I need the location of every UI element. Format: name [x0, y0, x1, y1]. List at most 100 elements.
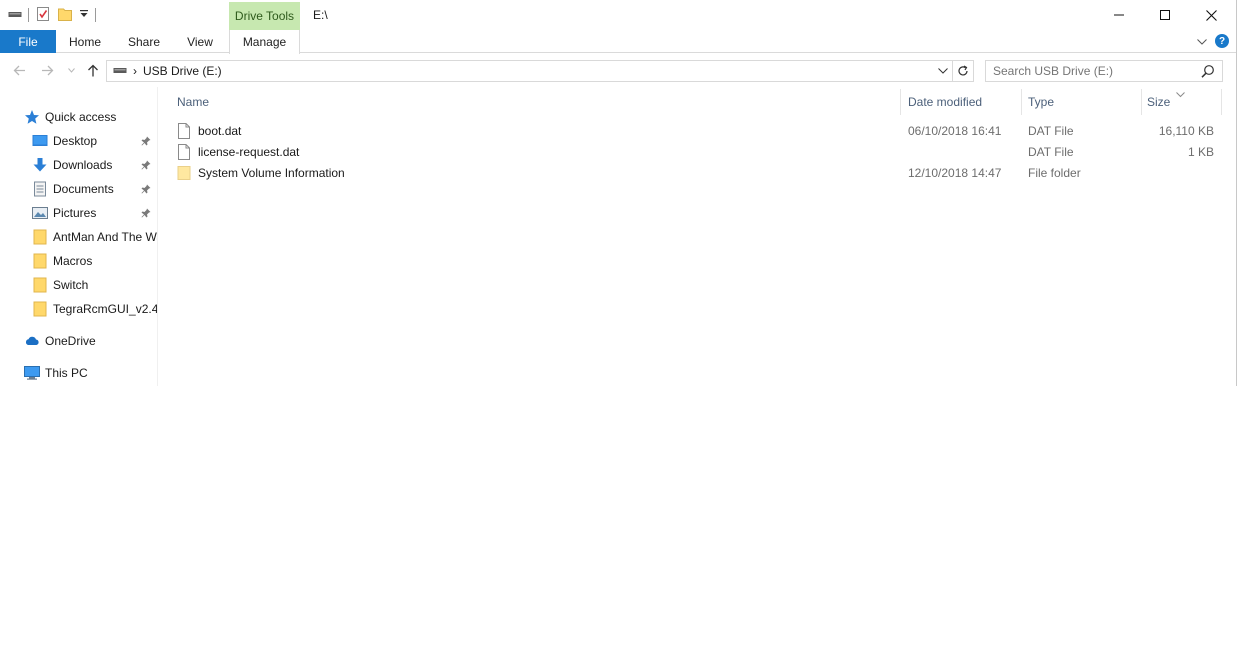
nav-item-label: Desktop [53, 134, 98, 148]
file-name-cell: boot.dat [176, 120, 241, 141]
file-size: 1 KB [1187, 144, 1214, 159]
folder-icon [176, 165, 192, 181]
forward-button[interactable] [40, 61, 54, 79]
column-header-date[interactable]: Date modified [908, 91, 982, 113]
table-row[interactable]: System Volume Information 12/10/2018 14:… [176, 162, 1221, 183]
file-size: 16,110 KB [1158, 123, 1214, 138]
star-icon [24, 109, 40, 125]
nav-item-quick-access[interactable]: Quick access [24, 106, 116, 128]
title-bar: Drive Tools E:\ [0, 0, 1236, 30]
recent-locations-button[interactable] [66, 61, 76, 79]
nav-item-label: Switch [53, 278, 89, 292]
drive-icon [113, 64, 127, 78]
ribbon-controls: ? [1197, 34, 1229, 48]
nav-item-this-pc[interactable]: This PC [24, 362, 88, 384]
chevron-down-icon [67, 67, 75, 73]
tab-manage[interactable]: Manage [229, 30, 300, 54]
address-history-button[interactable] [934, 61, 952, 81]
address-bar-actions [934, 61, 973, 81]
table-row[interactable]: boot.dat 06/10/2018 16:41 DAT File 16,11… [176, 120, 1221, 141]
up-button[interactable] [85, 61, 101, 79]
search-input[interactable] [993, 64, 1193, 78]
column-divider[interactable] [900, 89, 901, 115]
nav-item-onedrive[interactable]: OneDrive [24, 330, 96, 352]
file-icon [176, 122, 192, 139]
nav-item-label: AntMan And The Wasp [53, 230, 157, 244]
nav-item-label: Quick access [45, 110, 117, 124]
column-header-name[interactable]: Name [177, 91, 209, 113]
nav-item-label: TegraRcmGUI_v2.4_ [53, 302, 158, 316]
computer-icon [24, 365, 40, 381]
nav-item-label: Downloads [53, 158, 113, 172]
nav-item-desktop[interactable]: Desktop [32, 130, 97, 152]
back-button[interactable] [12, 61, 26, 79]
chevron-down-icon [938, 68, 948, 74]
explorer-window: Drive Tools E:\ File Home Share View Man… [0, 0, 1237, 386]
nav-item-label: OneDrive [45, 334, 96, 348]
column-divider[interactable] [1021, 89, 1022, 115]
customize-qat-icon[interactable] [79, 8, 89, 22]
folder-icon [32, 229, 48, 245]
refresh-button[interactable] [952, 61, 973, 81]
nav-item-label: Pictures [53, 206, 97, 220]
new-folder-icon[interactable] [57, 6, 73, 25]
nav-item-label: Macros [53, 254, 93, 268]
drive-icon[interactable] [8, 8, 22, 22]
arrow-right-icon [41, 65, 53, 75]
pin-icon[interactable] [140, 178, 152, 200]
nav-item-macros[interactable]: Macros [32, 250, 92, 272]
drive-tools-context-label: Drive Tools [229, 2, 300, 30]
minimize-icon [1114, 14, 1124, 16]
properties-icon[interactable] [35, 6, 51, 25]
pin-icon[interactable] [140, 202, 152, 224]
tab-file[interactable]: File [0, 30, 56, 53]
arrow-up-icon [88, 64, 98, 76]
documents-icon [32, 181, 48, 197]
nav-item-switch[interactable]: Switch [32, 274, 88, 296]
pin-icon[interactable] [140, 154, 152, 176]
column-header-type[interactable]: Type [1028, 91, 1054, 113]
breadcrumb-separator[interactable]: › [133, 64, 137, 78]
file-type: DAT File [1028, 144, 1074, 159]
expand-ribbon-button[interactable] [1197, 34, 1207, 48]
pin-icon[interactable] [140, 130, 152, 152]
sort-indicator-icon [1176, 87, 1185, 101]
desktop-icon [32, 133, 48, 149]
nav-item-documents[interactable]: Documents [32, 178, 114, 200]
file-type: File folder [1028, 165, 1081, 180]
file-date: 06/10/2018 16:41 [908, 123, 1002, 138]
column-divider[interactable] [1221, 89, 1222, 115]
breadcrumb: › USB Drive (E:) [113, 64, 222, 78]
file-name-cell: System Volume Information [176, 162, 345, 183]
tab-share[interactable]: Share [118, 30, 170, 53]
tab-view[interactable]: View [178, 30, 222, 53]
file-name: license-request.dat [198, 144, 300, 159]
refresh-icon [958, 65, 968, 76]
column-divider[interactable] [1141, 89, 1142, 115]
navigation-pane: Quick access Desktop Downloads Documents [0, 87, 158, 386]
nav-item-downloads[interactable]: Downloads [32, 154, 112, 176]
minimize-button[interactable] [1096, 0, 1142, 30]
nav-item-pictures[interactable]: Pictures [32, 202, 96, 224]
breadcrumb-item-usb-drive[interactable]: USB Drive (E:) [143, 64, 222, 78]
folder-icon [32, 253, 48, 269]
maximize-button[interactable] [1142, 0, 1188, 30]
nav-item-tegrarcmgui[interactable]: TegraRcmGUI_v2.4_ [32, 298, 158, 320]
column-header-size[interactable]: Size [1147, 91, 1170, 113]
qat-separator [28, 8, 29, 22]
tab-home[interactable]: Home [60, 30, 110, 53]
search-box[interactable] [985, 60, 1223, 82]
close-button[interactable] [1188, 0, 1234, 30]
nav-item-antman[interactable]: AntMan And The Wasp [32, 226, 157, 248]
table-row[interactable]: license-request.dat DAT File 1 KB [176, 141, 1221, 162]
pictures-icon [32, 205, 48, 221]
file-list: Name Date modified Type Size boot.dat 06… [159, 87, 1236, 386]
cloud-icon [24, 333, 40, 349]
close-icon [1205, 9, 1217, 21]
downloads-icon [32, 157, 48, 173]
help-icon[interactable]: ? [1215, 34, 1229, 48]
search-icon[interactable] [1201, 64, 1215, 81]
file-icon [176, 143, 192, 160]
nav-item-label: Documents [53, 182, 114, 196]
address-bar[interactable]: › USB Drive (E:) [106, 60, 974, 82]
